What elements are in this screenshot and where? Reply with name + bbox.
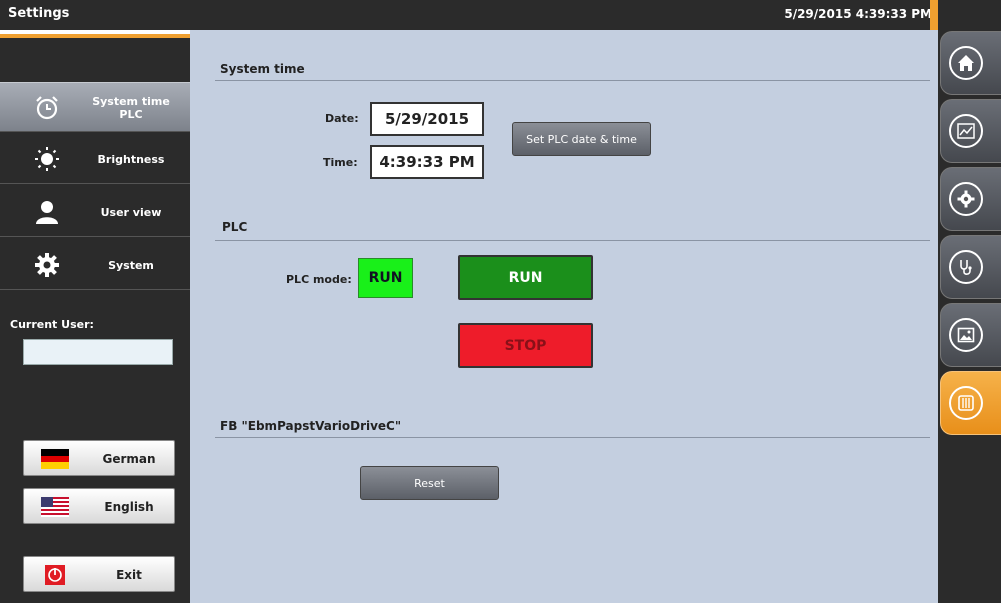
section-title-plc: PLC — [222, 220, 248, 234]
gear-icon — [957, 190, 975, 208]
nav-home-button[interactable] — [940, 31, 1001, 95]
sidebar: System time PLC Brightness User view Sys… — [0, 34, 190, 603]
user-icon — [36, 201, 58, 224]
plc-mode-indicator: RUN — [358, 258, 413, 298]
section-title-system-time: System time — [220, 62, 305, 76]
sun-icon — [35, 147, 59, 171]
nav-trend-button[interactable] — [940, 99, 1001, 163]
sidebar-item-brightness[interactable]: Brightness — [0, 134, 190, 184]
right-nav-bar — [938, 0, 1001, 603]
set-plc-datetime-button[interactable]: Set PLC date & time — [512, 122, 651, 156]
sidebar-item-label: User view — [100, 205, 162, 219]
sidebar-accent-line — [0, 34, 190, 38]
sidebar-item-system-time[interactable]: System time PLC — [0, 82, 190, 132]
home-icon — [958, 55, 974, 71]
sidebar-item-label: Brightness — [97, 152, 165, 166]
main-panel: System time Date: 5/29/2015 Time: 4:39:3… — [190, 30, 944, 603]
nav-screens-button[interactable] — [940, 303, 1001, 367]
sidebar-item-sublabel: PLC — [119, 108, 143, 121]
german-flag-icon — [41, 449, 69, 469]
nav-equalizer-button[interactable] — [940, 371, 1001, 435]
sidebar-item-label: System — [108, 258, 154, 272]
screen-title: Settings — [8, 6, 70, 21]
us-flag-icon — [41, 497, 69, 517]
nav-diagnostics-button[interactable] — [940, 235, 1001, 299]
exit-icon — [45, 565, 65, 585]
date-field[interactable]: 5/29/2015 — [370, 102, 484, 136]
german-label: German — [102, 452, 156, 466]
title-bar: Settings 5/29/2015 4:39:33 PM — [0, 0, 938, 30]
equalizer-icon — [958, 395, 974, 411]
exit-label: Exit — [116, 568, 142, 582]
nav-settings-button[interactable] — [940, 167, 1001, 231]
exit-button[interactable]: Exit — [23, 556, 175, 592]
divider — [215, 80, 930, 81]
divider — [215, 240, 930, 241]
stop-button[interactable]: STOP — [458, 323, 593, 368]
time-label: Time: — [323, 156, 358, 169]
chart-icon — [957, 123, 975, 139]
gear-icon — [35, 253, 59, 277]
date-label: Date: — [325, 112, 359, 125]
english-button[interactable]: English — [23, 488, 175, 524]
german-button[interactable]: German — [23, 440, 175, 476]
stethoscope-icon — [960, 260, 972, 275]
sidebar-item-label: System time — [92, 95, 170, 108]
run-button[interactable]: RUN — [458, 255, 593, 300]
alarm-clock-icon — [36, 96, 58, 120]
header-datetime: 5/29/2015 4:39:33 PM — [784, 7, 932, 21]
divider — [215, 437, 930, 438]
reset-button[interactable]: Reset — [360, 466, 499, 500]
sidebar-item-user-view[interactable]: User view — [0, 187, 190, 237]
time-field[interactable]: 4:39:33 PM — [370, 145, 484, 179]
image-icon — [957, 327, 975, 343]
section-title-fb: FB "EbmPapstVarioDriveC" — [220, 419, 402, 433]
accent-strip — [930, 0, 938, 30]
plc-mode-label: PLC mode: — [286, 273, 352, 286]
current-user-label: Current User: — [10, 318, 94, 331]
sidebar-item-system[interactable]: System — [0, 240, 190, 290]
english-label: English — [104, 500, 154, 514]
current-user-field[interactable] — [23, 339, 173, 365]
